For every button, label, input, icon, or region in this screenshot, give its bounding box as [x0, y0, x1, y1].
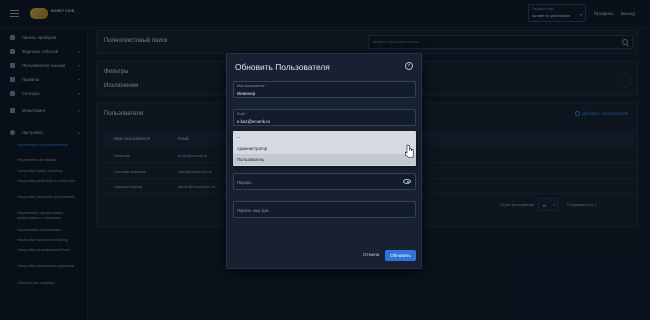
password-field[interactable]: Пароль: [233, 173, 416, 190]
eye-icon[interactable]: [403, 179, 411, 184]
password-repeat-field[interactable]: Пароль еще раз: [233, 201, 416, 218]
close-icon[interactable]: ×: [405, 62, 413, 70]
dialog-title: Обновить Пользователя: [235, 62, 330, 72]
cancel-button[interactable]: Отмена: [363, 252, 379, 257]
password-placeholder: Пароль: [237, 180, 252, 185]
email-value: e.kaz@ecomk.ru: [237, 118, 271, 124]
role-option-label: --: [237, 135, 240, 140]
role-option-empty[interactable]: --: [233, 132, 416, 143]
username-field[interactable]: Имя пользователя * Инженер: [233, 81, 416, 98]
username-label: Имя пользователя *: [237, 84, 267, 88]
role-option-admin[interactable]: Администратор: [233, 143, 416, 154]
email-field[interactable]: Email * e.kaz@ecomk.ru: [233, 109, 416, 126]
username-value: Инженер: [237, 90, 256, 96]
update-user-dialog: Обновить Пользователя × Имя пользователя…: [226, 53, 422, 269]
mouse-cursor-icon: [405, 144, 414, 158]
role-option-user[interactable]: Пользователь: [233, 154, 416, 165]
update-button[interactable]: Обновить: [385, 250, 416, 261]
role-option-label: Пользователь: [237, 157, 265, 162]
email-label: Email *: [237, 112, 248, 116]
role-dropdown-menu: -- Администратор Пользователь: [233, 131, 416, 166]
role-option-label: Администратор: [237, 146, 268, 151]
password-repeat-placeholder: Пароль еще раз: [237, 208, 269, 213]
